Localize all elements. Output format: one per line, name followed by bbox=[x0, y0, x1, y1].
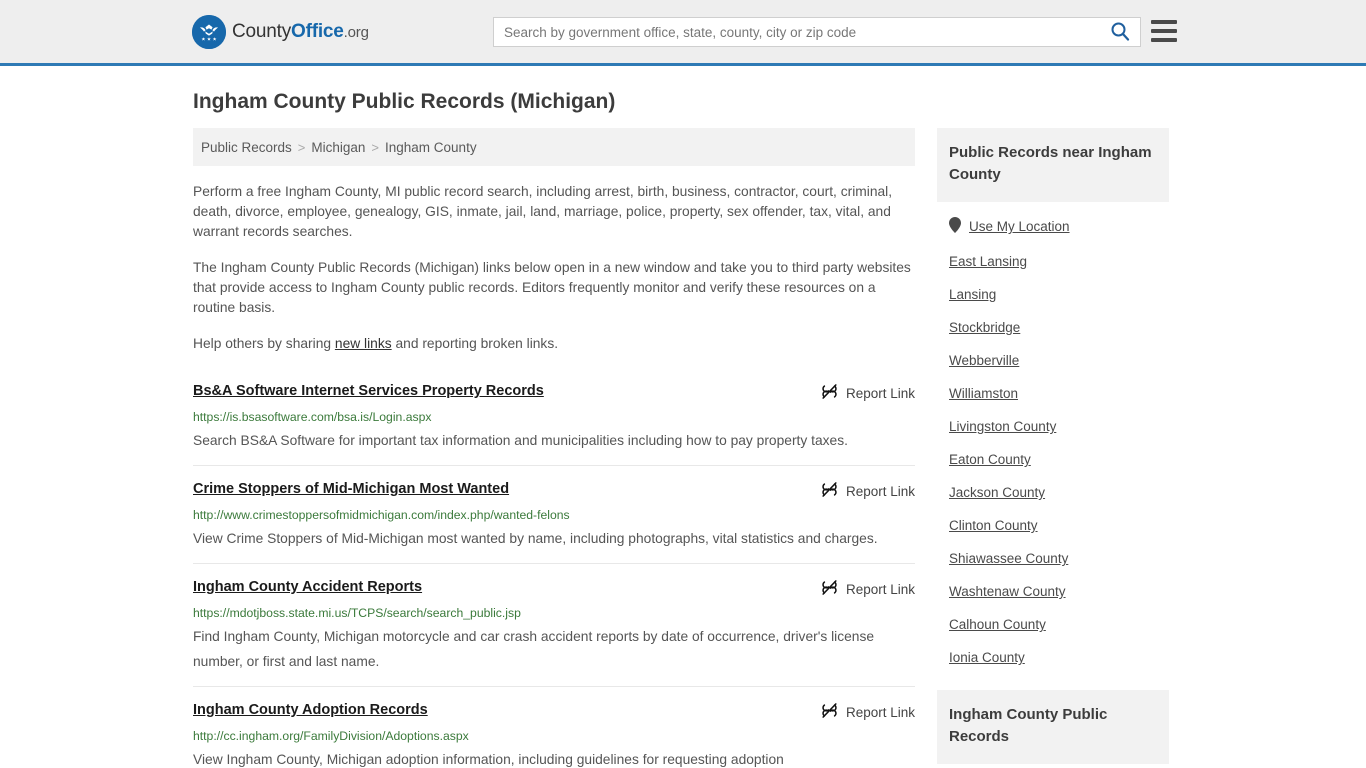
result-description: View Ingham County, Michigan adoption in… bbox=[193, 752, 784, 767]
sidebar-link-label[interactable]: Ionia County bbox=[949, 650, 1025, 665]
sidebar-link-label[interactable]: Eaton County bbox=[949, 452, 1031, 467]
sidebar-link-label[interactable]: Webberville bbox=[949, 353, 1019, 368]
search-bar[interactable] bbox=[493, 17, 1141, 47]
sidebar-item-ionia-county[interactable]: Ionia County bbox=[937, 641, 1169, 674]
report-link-button[interactable]: Report Link bbox=[821, 701, 915, 722]
result-description: View Crime Stoppers of Mid-Michigan most… bbox=[193, 531, 878, 546]
result-header: Ingham County Adoption Records Report Lin… bbox=[193, 701, 915, 722]
report-link-button[interactable]: Report Link bbox=[821, 578, 915, 599]
logo-text-org: .org bbox=[343, 23, 369, 41]
broken-link-icon bbox=[821, 579, 838, 599]
sidebar-bottom-heading: Ingham County Public Records bbox=[937, 690, 1169, 764]
report-link-button[interactable]: Report Link bbox=[821, 480, 915, 501]
result-url: http://www.crimestoppersofmidmichigan.co… bbox=[193, 508, 570, 522]
sidebar-link-label[interactable]: Stockbridge bbox=[949, 320, 1020, 335]
sidebar-link-label[interactable]: Williamston bbox=[949, 386, 1018, 401]
page-title: Ingham County Public Records (Michigan) bbox=[193, 90, 616, 113]
intro-text: Perform a free Ingham County, MI public … bbox=[193, 182, 915, 354]
eagle-seal-icon bbox=[192, 14, 226, 49]
result-url: http://cc.ingham.org/FamilyDivision/Adop… bbox=[193, 729, 469, 743]
sidebar-link-label[interactable]: East Lansing bbox=[949, 254, 1027, 269]
intro-paragraph-3: Help others by sharing new links and rep… bbox=[193, 334, 915, 354]
sidebar-links: Use My Location East Lansing Lansing Stock… bbox=[937, 208, 1169, 674]
result-title-link[interactable]: Ingham County Adoption Records bbox=[193, 701, 428, 719]
sidebar-item-clinton-county[interactable]: Clinton County bbox=[937, 509, 1169, 542]
search-icon bbox=[1110, 21, 1130, 44]
main-content: Public Records > Michigan > Ingham Count… bbox=[193, 128, 915, 768]
result-item: Ingham County Adoption Records Report Lin… bbox=[193, 686, 915, 768]
result-item: Ingham County Accident Reports Report Lin… bbox=[193, 563, 915, 686]
search-button[interactable] bbox=[1100, 18, 1140, 46]
report-link-label: Report Link bbox=[845, 704, 915, 720]
sidebar-item-lansing[interactable]: Lansing bbox=[937, 278, 1169, 311]
sidebar-link-label[interactable]: Washtenaw County bbox=[949, 584, 1066, 599]
sidebar-item-williamston[interactable]: Williamston bbox=[937, 377, 1169, 410]
logo-text-county: County bbox=[232, 20, 292, 42]
hamburger-bar bbox=[1151, 20, 1177, 24]
result-header: Crime Stoppers of Mid-Michigan Most Want… bbox=[193, 480, 915, 501]
breadcrumb-separator: > bbox=[371, 139, 380, 155]
result-header: Bs&A Software Internet Services Property… bbox=[193, 382, 915, 403]
result-description: Search BS&A Software for important tax i… bbox=[193, 433, 848, 448]
share-text-after: and reporting broken links. bbox=[391, 336, 559, 351]
intro-paragraph-1: Perform a free Ingham County, MI public … bbox=[193, 184, 893, 239]
site-logo[interactable]: CountyOffice.org bbox=[192, 14, 369, 49]
breadcrumb-item-public-records[interactable]: Public Records bbox=[201, 140, 292, 155]
broken-link-icon bbox=[821, 383, 838, 403]
result-url: https://is.bsasoftware.com/bsa.is/Login.… bbox=[193, 410, 432, 424]
result-title-link[interactable]: Bs&A Software Internet Services Property… bbox=[193, 382, 544, 400]
sidebar-item-shiawassee-county[interactable]: Shiawassee County bbox=[937, 542, 1169, 575]
sidebar-item-webberville[interactable]: Webberville bbox=[937, 344, 1169, 377]
sidebar-item-east-lansing[interactable]: East Lansing bbox=[937, 245, 1169, 278]
sidebar-item-calhoun-county[interactable]: Calhoun County bbox=[937, 608, 1169, 641]
result-header: Ingham County Accident Reports Report Lin… bbox=[193, 578, 915, 599]
breadcrumb-item-michigan[interactable]: Michigan bbox=[311, 140, 365, 155]
result-item: Bs&A Software Internet Services Property… bbox=[193, 376, 915, 465]
result-url: https://mdotjboss.state.mi.us/TCPS/searc… bbox=[193, 606, 521, 620]
sidebar-item-livingston-county[interactable]: Livingston County bbox=[937, 410, 1169, 443]
site-header: CountyOffice.org bbox=[0, 0, 1366, 66]
sidebar-item-washtenaw-county[interactable]: Washtenaw County bbox=[937, 575, 1169, 608]
use-my-location-label[interactable]: Use My Location bbox=[969, 219, 1070, 234]
breadcrumb-item-ingham-county: Ingham County bbox=[385, 139, 477, 155]
hamburger-menu-icon[interactable] bbox=[1151, 20, 1177, 42]
sidebar-link-label[interactable]: Livingston County bbox=[949, 419, 1056, 434]
report-link-label: Report Link bbox=[845, 385, 915, 401]
sidebar-link-label[interactable]: Clinton County bbox=[949, 518, 1038, 533]
share-text-before: Help others by sharing bbox=[193, 336, 335, 351]
map-pin-icon bbox=[949, 217, 961, 236]
breadcrumb-separator: > bbox=[297, 139, 306, 155]
sidebar-item-jackson-county[interactable]: Jackson County bbox=[937, 476, 1169, 509]
logo-text-office: Office bbox=[291, 20, 344, 42]
content-container: Ingham County Public Records (Michigan) … bbox=[193, 90, 1173, 768]
hamburger-bar bbox=[1151, 38, 1177, 42]
hamburger-bar bbox=[1151, 29, 1177, 33]
sidebar-item-stockbridge[interactable]: Stockbridge bbox=[937, 311, 1169, 344]
broken-link-icon bbox=[821, 702, 838, 722]
result-description: Find Ingham County, Michigan motorcycle … bbox=[193, 629, 875, 669]
page-body: Ingham County Public Records (Michigan) … bbox=[0, 90, 1366, 768]
report-link-label: Report Link bbox=[845, 483, 915, 499]
sidebar-link-label[interactable]: Calhoun County bbox=[949, 617, 1046, 632]
result-title-link[interactable]: Ingham County Accident Reports bbox=[193, 578, 422, 596]
result-title-link[interactable]: Crime Stoppers of Mid-Michigan Most Want… bbox=[193, 480, 509, 498]
sidebar-link-label[interactable]: Lansing bbox=[949, 287, 996, 302]
sidebar-item-eaton-county[interactable]: Eaton County bbox=[937, 443, 1169, 476]
new-links-link[interactable]: new links bbox=[335, 336, 392, 351]
report-link-button[interactable]: Report Link bbox=[821, 382, 915, 403]
report-link-label: Report Link bbox=[845, 581, 915, 597]
sidebar-link-label[interactable]: Jackson County bbox=[949, 485, 1045, 500]
sidebar-link-label[interactable]: Shiawassee County bbox=[949, 551, 1068, 566]
broken-link-icon bbox=[821, 481, 838, 501]
search-input[interactable] bbox=[494, 18, 1100, 46]
sidebar-heading: Public Records near Ingham County bbox=[937, 128, 1169, 202]
sidebar: Public Records near Ingham County Use My… bbox=[937, 128, 1169, 764]
results-list: Bs&A Software Internet Services Property… bbox=[193, 376, 915, 768]
intro-paragraph-2: The Ingham County Public Records (Michig… bbox=[193, 260, 911, 315]
breadcrumb: Public Records > Michigan > Ingham Count… bbox=[193, 128, 915, 166]
two-column-layout: Public Records > Michigan > Ingham Count… bbox=[193, 128, 1173, 768]
sidebar-item-use-my-location[interactable]: Use My Location bbox=[937, 208, 1169, 245]
result-item: Crime Stoppers of Mid-Michigan Most Want… bbox=[193, 465, 915, 563]
logo-wordmark: CountyOffice.org bbox=[232, 21, 369, 43]
